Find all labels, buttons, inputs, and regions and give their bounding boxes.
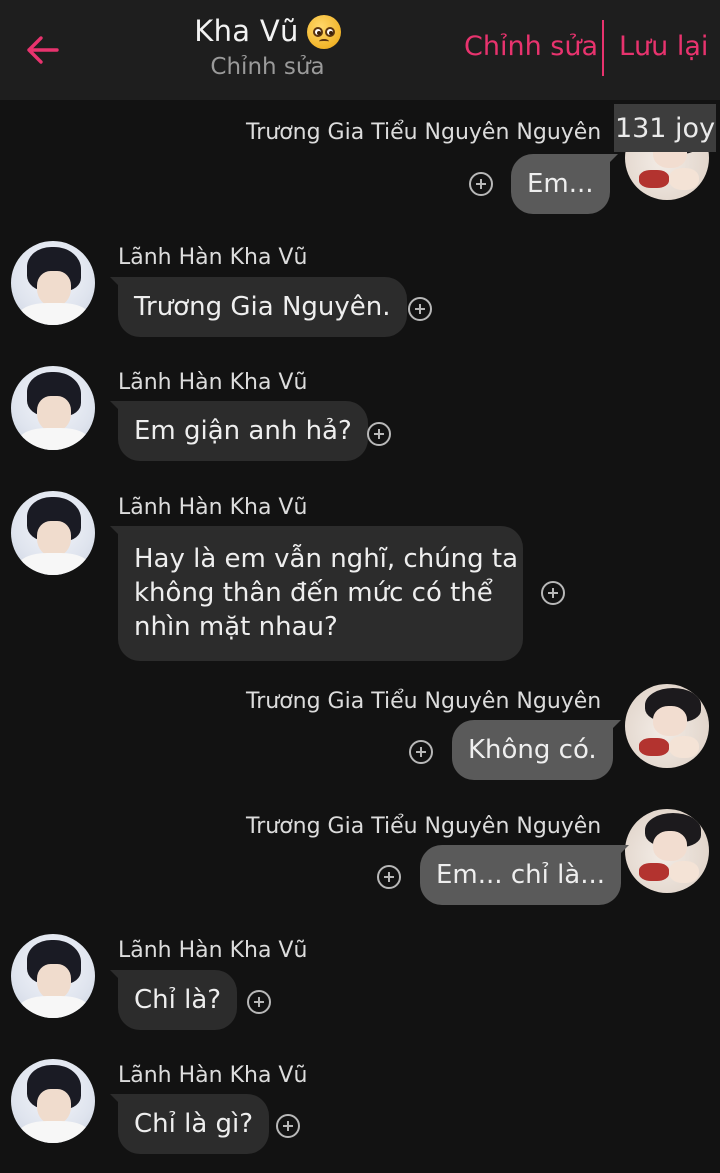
sender-name: Lãnh Hàn Kha Vũ (118, 938, 308, 963)
add-reaction-icon[interactable] (367, 422, 391, 446)
message-bubble[interactable]: Chỉ là gì? (109, 1094, 270, 1154)
add-reaction-icon[interactable] (276, 1114, 300, 1138)
message-bubble[interactable]: Không có. (452, 720, 621, 780)
avatar-kha-vu[interactable] (11, 934, 95, 1018)
arrow-left-icon (27, 36, 59, 64)
add-reaction-icon[interactable] (408, 297, 432, 321)
chat-title-text: Kha Vũ (194, 14, 299, 48)
edit-button[interactable]: Chỉnh sửa (464, 31, 598, 62)
message-bubble[interactable]: Em... chỉ là... (420, 845, 630, 905)
avatar-kha-vu[interactable] (11, 1059, 95, 1143)
chat-subtitle: Chỉnh sửa (210, 54, 325, 80)
back-button[interactable] (22, 30, 62, 70)
add-reaction-icon[interactable] (541, 581, 565, 605)
message-line: không thân đến mức có thể (134, 578, 493, 608)
chat-title-block: Kha Vũ Chỉnh sửa (150, 14, 385, 80)
message-bubble[interactable]: Trương Gia Nguyên. (110, 277, 407, 337)
sender-name: Lãnh Hàn Kha Vũ (118, 495, 308, 520)
sender-name: Trương Gia Tiểu Nguyên Nguyên (246, 814, 602, 839)
message-bubble[interactable]: Chỉ là? (109, 970, 238, 1030)
avatar-kha-vu[interactable] (11, 491, 95, 575)
message-line: nhìn mặt nhau? (134, 612, 338, 642)
joy-count-badge: 131 joy (614, 104, 716, 152)
action-divider (602, 20, 604, 76)
sender-name: Lãnh Hàn Kha Vũ (118, 245, 308, 270)
message-bubble[interactable]: Hay là em vẫn nghĩ, chúng ta không thân … (110, 526, 523, 661)
add-reaction-icon[interactable] (247, 990, 271, 1014)
message-bubble[interactable]: Em giận anh hả? (110, 401, 368, 461)
sender-name: Trương Gia Tiểu Nguyên Nguyên (246, 120, 602, 145)
avatar-truong-gia[interactable] (625, 809, 709, 893)
add-reaction-icon[interactable] (469, 172, 493, 196)
avatar-kha-vu[interactable] (11, 241, 95, 325)
top-bar: Kha Vũ Chỉnh sửa Chỉnh sửa Lưu lại (0, 0, 720, 100)
save-button[interactable]: Lưu lại (619, 31, 708, 62)
add-reaction-icon[interactable] (409, 740, 433, 764)
message-bubble[interactable]: Em... (511, 154, 618, 214)
sender-name: Trương Gia Tiểu Nguyên Nguyên (246, 689, 602, 714)
sender-name: Lãnh Hàn Kha Vũ (118, 370, 308, 395)
message-line: Hay là em vẫn nghĩ, chúng ta (134, 544, 519, 574)
avatar-truong-gia[interactable] (625, 684, 709, 768)
chat-title: Kha Vũ (194, 14, 341, 49)
sender-name: Lãnh Hàn Kha Vũ (118, 1063, 308, 1088)
pleading-face-emoji-icon (306, 15, 341, 49)
avatar-kha-vu[interactable] (11, 366, 95, 450)
add-reaction-icon[interactable] (377, 865, 401, 889)
